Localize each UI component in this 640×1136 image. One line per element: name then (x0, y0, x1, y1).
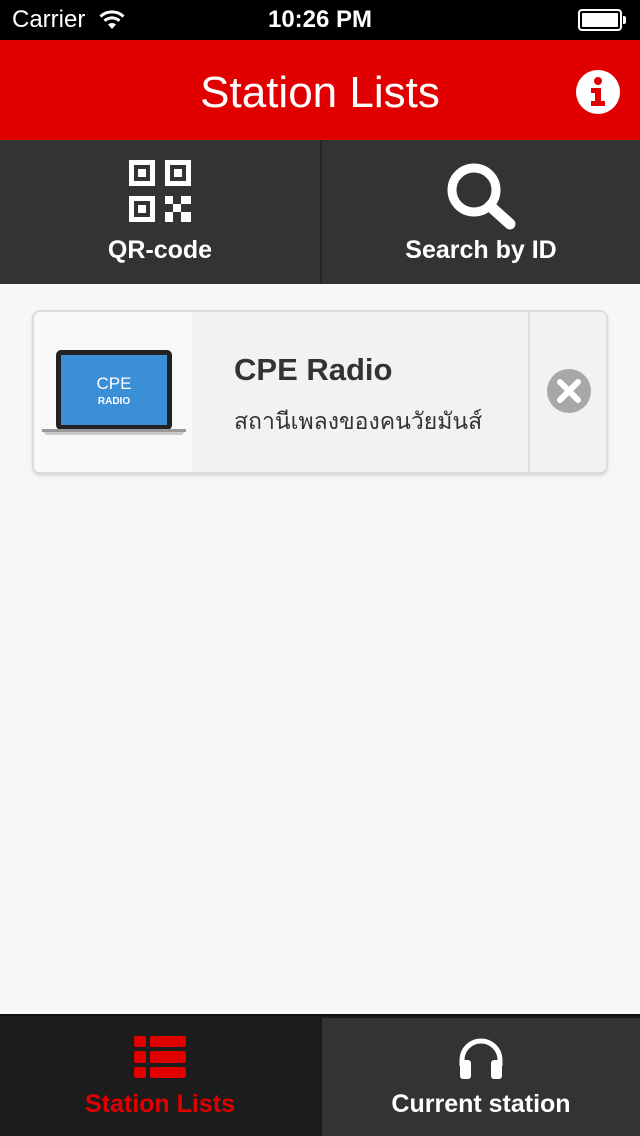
status-bar: Carrier 10:26 PM (0, 0, 640, 40)
headphones-icon (459, 1038, 503, 1079)
logo-text-cpe: CPE (97, 374, 132, 393)
info-icon (591, 77, 605, 106)
list-icon (134, 1036, 186, 1078)
info-button[interactable] (576, 70, 620, 114)
logo-text-radio: RADIO (98, 396, 130, 407)
search-icon (447, 163, 516, 230)
qr-code-icon (129, 160, 191, 222)
remove-station-button[interactable] (528, 312, 606, 472)
station-name: CPE Radio (234, 352, 393, 387)
station-logo: CPE RADIO (34, 312, 192, 472)
qr-code-button[interactable]: QR-code (0, 140, 320, 284)
station-description: สถานีเพลงของคนวัยมันส์ (234, 408, 483, 434)
nav-header: Station Lists (0, 40, 640, 140)
battery-icon (578, 9, 626, 31)
qr-code-label: QR-code (107, 236, 213, 264)
search-by-id-button[interactable]: Search by ID (322, 140, 640, 284)
tab-station-lists-label: Station Lists (84, 1090, 235, 1118)
status-time: 10:26 PM (267, 6, 373, 33)
page-title: Station Lists (200, 68, 440, 117)
search-by-id-label: Search by ID (405, 236, 557, 264)
tab-bar: Station Lists Current station (0, 1014, 640, 1136)
tab-current-station-label: Current station (391, 1090, 571, 1118)
station-card[interactable]: CPE RADIO CPE Radio สถานีเพลงของคนวัยมัน… (32, 310, 608, 474)
tab-station-lists[interactable]: Station Lists (0, 1018, 320, 1136)
laptop-image: CPE RADIO (42, 350, 186, 435)
action-bar: QR-code Search by ID (0, 140, 640, 284)
remove-icon (547, 369, 591, 413)
tab-current-station[interactable]: Current station (322, 1018, 640, 1136)
